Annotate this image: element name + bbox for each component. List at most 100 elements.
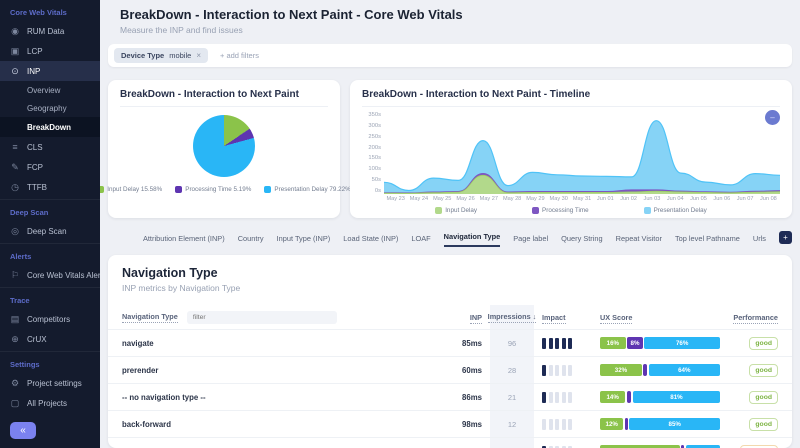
sidebar-item-rum-data[interactable]: ◉RUM Data — [0, 21, 100, 41]
sidebar-item-ttfb[interactable]: ◷TTFB — [0, 177, 100, 197]
sidebar-item-overview[interactable]: Overview — [0, 81, 100, 99]
ux-segment-green: 16% — [600, 337, 626, 349]
table-row-navigate[interactable]: navigate85ms9616%8%76%good — [108, 329, 792, 356]
sidebar-sections: Core Web Vitals◉RUM Data▣LCP⊙INPOverview… — [0, 0, 100, 413]
tab-query-string[interactable]: Query String — [561, 234, 603, 247]
main-content: BreakDown - Interaction to Next Paint - … — [100, 0, 800, 448]
sidebar-item-breakdown[interactable]: BreakDown — [0, 117, 100, 137]
sidebar-item-deep-scan[interactable]: ◎Deep Scan — [0, 221, 100, 241]
sidebar-item-label: Deep Scan — [27, 227, 67, 236]
row-inp-value: 98ms — [426, 420, 482, 429]
tab-input-type-inp[interactable]: Input Type (INP) — [277, 234, 331, 247]
row-performance-cell: improve — [728, 445, 778, 448]
sidebar-item-label: RUM Data — [27, 27, 64, 36]
timeline-legend-item: Input Delay — [435, 207, 477, 214]
row-ux-score-bar: 14%81% — [600, 391, 720, 403]
sidebar-collapse-button[interactable]: « — [10, 422, 36, 439]
interaction-icon: ⊙ — [10, 66, 20, 77]
layout-shift-icon: ≡ — [10, 142, 20, 152]
y-tick-label: 0s — [375, 188, 381, 194]
tab-repeat-visitor[interactable]: Repeat Visitor — [616, 234, 662, 247]
column-header-performance[interactable]: Performance — [728, 313, 778, 322]
sidebar-section-core-web-vitals: Core Web Vitals◉RUM Data▣LCP⊙INPOverview… — [0, 0, 100, 197]
tab-load-state-inp[interactable]: Load State (INP) — [343, 234, 398, 247]
column-header-inp[interactable]: INP — [426, 313, 482, 322]
row-impressions-value: 12 — [508, 420, 516, 429]
impact-bar — [549, 392, 553, 403]
row-impact-bars — [542, 392, 592, 403]
legend-swatch — [175, 186, 182, 193]
page-header: BreakDown - Interaction to Next Paint - … — [100, 0, 800, 35]
tab-country[interactable]: Country — [238, 234, 264, 247]
inp-breakdown-pie-chart — [193, 115, 255, 177]
tab-loaf[interactable]: LOAF — [411, 234, 430, 247]
y-tick-label: 300s — [368, 123, 381, 129]
impact-bar — [555, 365, 559, 376]
ux-segment-purple — [627, 391, 632, 403]
sidebar-item-all-projects[interactable]: ▢All Projects — [0, 393, 100, 413]
sidebar-section-label: Core Web Vitals — [0, 0, 100, 21]
column-header-ux-score[interactable]: UX Score — [600, 313, 720, 322]
x-tick-label: May 28 — [500, 196, 523, 202]
tab-top-level-pathname[interactable]: Top level Pathname — [675, 234, 740, 247]
chart-annotation-button[interactable]: – — [765, 110, 780, 125]
remove-filter-icon[interactable]: × — [196, 51, 201, 60]
sidebar-item-label: Project settings — [27, 379, 82, 388]
tab-attribution-element-inp[interactable]: Attribution Element (INP) — [143, 234, 225, 247]
sidebar-section-alerts: Alerts⚐Core Web Vitals Alerts — [0, 243, 100, 285]
sidebar-item-fcp[interactable]: ✎FCP — [0, 157, 100, 177]
legend-label: Presentation Delay 79.22% — [274, 186, 350, 193]
column-header-label[interactable]: Navigation Type — [122, 312, 178, 323]
table-row-prerender[interactable]: prerender60ms2832%64%good — [108, 356, 792, 383]
table-row-no-navigation-type[interactable]: -- no navigation type --86ms2114%81%good — [108, 383, 792, 410]
legend-swatch — [264, 186, 271, 193]
paint-icon: ✎ — [10, 162, 20, 173]
table-row-reload[interactable]: reload233ms775%24%improve — [108, 437, 792, 448]
ux-segment-purple: 8% — [627, 337, 643, 349]
sidebar-item-crux[interactable]: ⊕CrUX — [0, 329, 100, 349]
column-header-impressions[interactable]: Impressions ↓ — [490, 305, 534, 329]
sidebar-section-settings: Settings⚙Project settings▢All Projects — [0, 351, 100, 413]
column-header-impact[interactable]: Impact — [542, 313, 592, 322]
pie-card-title: BreakDown - Interaction to Next Paint — [120, 89, 328, 107]
pie-legend: Input Delay 15.58%Processing Time 5.19%P… — [120, 186, 328, 193]
x-tick-label: May 30 — [547, 196, 570, 202]
timeline-plot-area: 350s300s250s200s150s100s50s0s — [362, 112, 780, 194]
impact-bar — [555, 392, 559, 403]
tab-urls[interactable]: Urls — [753, 234, 766, 247]
ux-segment-green: 32% — [600, 364, 642, 376]
navigation-type-table-card: Navigation Type INP metrics by Navigatio… — [108, 255, 792, 448]
row-impressions-value: 96 — [508, 339, 516, 348]
tab-page-label[interactable]: Page label — [513, 234, 548, 247]
pie-chart-card: BreakDown - Interaction to Next Paint In… — [108, 80, 340, 218]
legend-swatch — [644, 207, 651, 214]
sidebar-section-label: Settings — [0, 352, 100, 373]
sidebar-item-geography[interactable]: Geography — [0, 99, 100, 117]
x-tick-label: May 23 — [384, 196, 407, 202]
sidebar-item-lcp[interactable]: ▣LCP — [0, 41, 100, 61]
sidebar-item-inp[interactable]: ⊙INP — [0, 61, 100, 81]
add-filters-button[interactable]: + add filters — [220, 51, 259, 60]
sidebar-item-label: Geography — [27, 104, 67, 113]
impact-bar — [542, 338, 546, 349]
sidebar-item-core-web-vitals-alerts[interactable]: ⚐Core Web Vitals Alerts — [0, 265, 100, 285]
sidebar-item-cls[interactable]: ≡CLS — [0, 137, 100, 157]
ux-segment-blue: 85% — [629, 418, 720, 430]
legend-label: Processing Time 5.19% — [185, 186, 251, 193]
tab-navigation-type[interactable]: Navigation Type — [444, 232, 501, 247]
sidebar-item-competitors[interactable]: ▤Competitors — [0, 309, 100, 329]
impact-bar — [568, 338, 572, 349]
tabs-overflow-badge[interactable]: + — [779, 231, 792, 244]
table-row-back-forward[interactable]: back-forward98ms1212%85%good — [108, 410, 792, 437]
sidebar-item-label: Competitors — [27, 315, 70, 324]
x-tick-label: Jun 05 — [687, 196, 710, 202]
x-tick-label: Jun 06 — [710, 196, 733, 202]
impact-bar — [562, 392, 566, 403]
timeline-x-axis: May 23May 24May 25May 26May 27May 28May … — [384, 196, 780, 202]
sidebar-item-project-settings[interactable]: ⚙Project settings — [0, 373, 100, 393]
x-tick-label: Jun 08 — [757, 196, 780, 202]
row-impressions-cell: 96 — [490, 330, 534, 356]
filter-input[interactable] — [187, 311, 337, 324]
sidebar-section-label: Deep Scan — [0, 200, 100, 221]
device-type-filter-chip[interactable]: Device Type mobile × — [114, 48, 208, 63]
